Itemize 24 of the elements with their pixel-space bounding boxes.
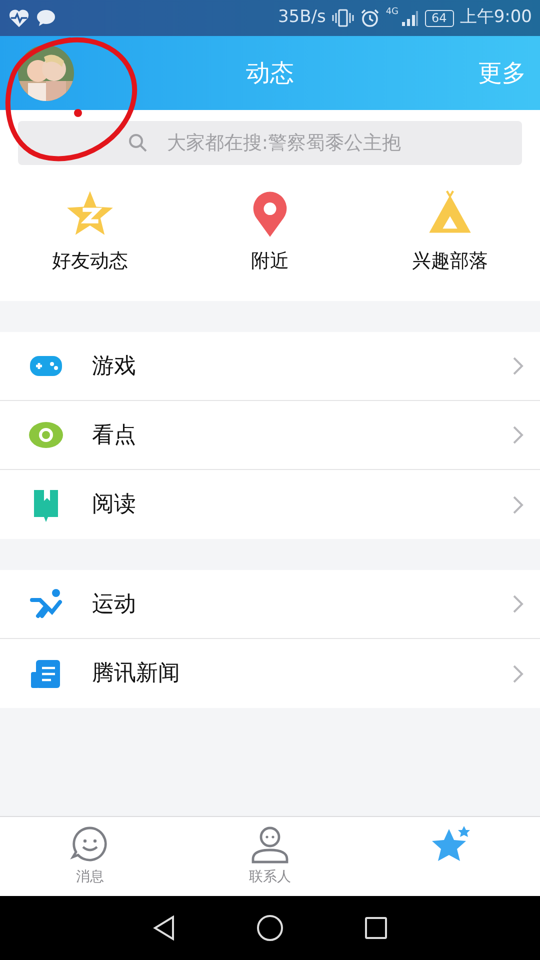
shortcut-button[interactable]: 附近 (180, 189, 360, 301)
chevron-right-icon (512, 664, 524, 684)
alarm-icon (360, 8, 380, 28)
heart-rate-icon (8, 8, 30, 28)
recents-button[interactable] (364, 916, 388, 940)
home-button[interactable] (256, 914, 284, 942)
chat-bubble-icon (36, 9, 56, 27)
back-button[interactable] (152, 914, 176, 942)
signal-icon (400, 9, 419, 27)
clock: 上午9:00 (460, 6, 532, 30)
shortcut-button[interactable]: 兴趣部落 (360, 189, 540, 301)
chevron-right-icon (512, 356, 524, 376)
network-type: 4G (386, 6, 399, 19)
person-icon (250, 825, 290, 865)
vibrate-icon (332, 8, 354, 28)
network-speed: 35B/s (278, 6, 326, 30)
shortcut-button[interactable]: 好友动态 (0, 189, 180, 301)
search-field[interactable]: 大家都在搜:警察蜀黍公主抱 (18, 121, 522, 165)
chevron-right-icon (512, 594, 524, 614)
page-title: 动态 (246, 58, 294, 89)
chevron-right-icon (512, 494, 524, 514)
search-icon (128, 133, 148, 153)
chevron-right-icon (512, 425, 524, 445)
battery-level: 64 (424, 10, 454, 26)
